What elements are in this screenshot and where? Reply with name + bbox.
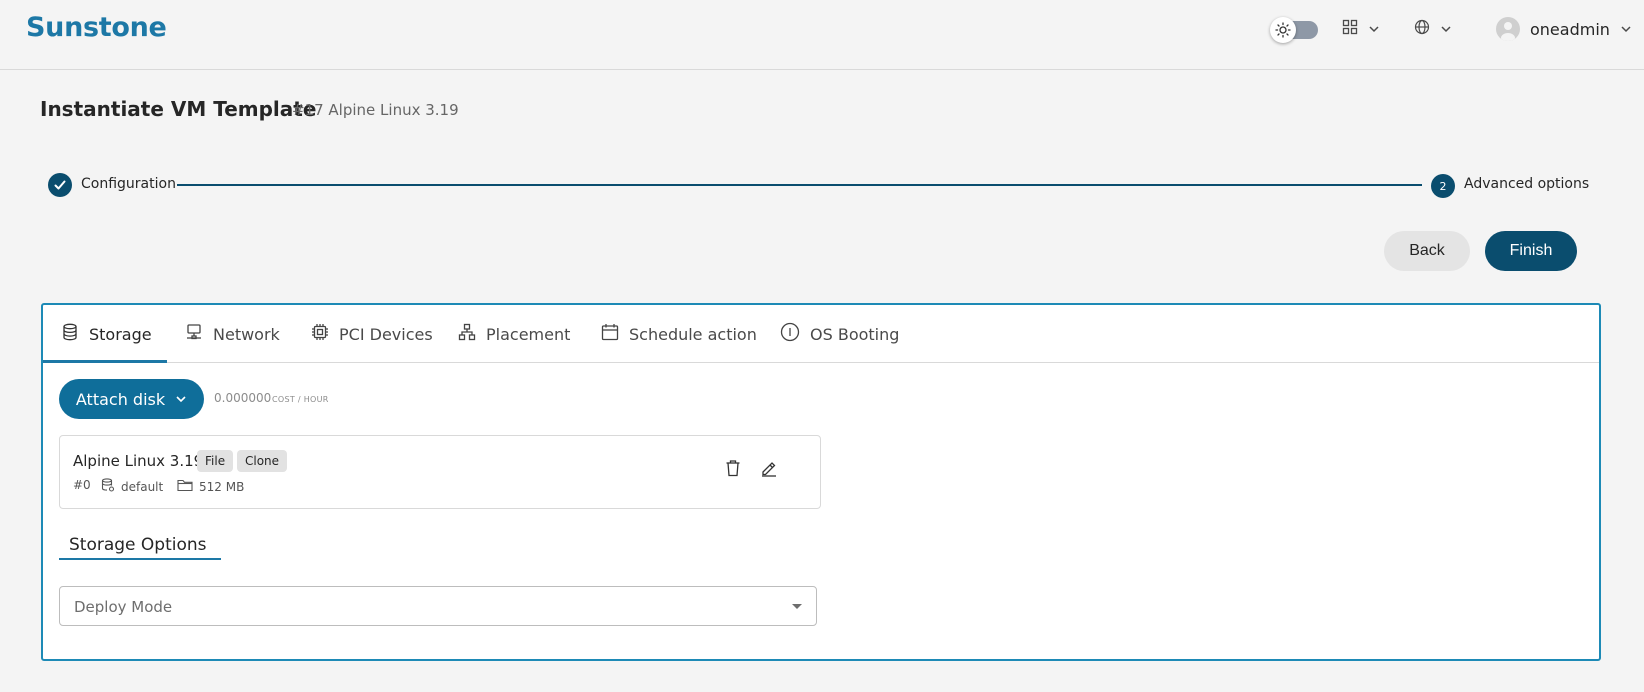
step-configuration-label[interactable]: Configuration: [81, 176, 176, 192]
tab-label: Schedule action: [629, 324, 757, 344]
disk-size: 512 MB: [177, 478, 244, 495]
sunstone-logo[interactable]: Sunstone: [26, 12, 167, 43]
globe-icon: [1414, 19, 1430, 39]
calendar-icon: [601, 323, 619, 345]
storage-options-heading: Storage Options: [69, 535, 207, 555]
sun-icon: [1270, 17, 1296, 43]
tab-label: Storage: [89, 324, 152, 344]
page-title: Instantiate VM Template: [40, 97, 317, 121]
stepper-connector: [177, 184, 1422, 186]
finish-button[interactable]: Finish: [1485, 231, 1577, 271]
page-subtitle: #17 Alpine Linux 3.19: [292, 101, 459, 119]
tab-schedule-action[interactable]: Schedule action: [601, 305, 757, 363]
cpu-chip-icon: [311, 323, 329, 345]
apps-grid-icon: [1342, 19, 1358, 39]
cost-value: 0.000000: [214, 391, 272, 405]
tab-label: PCI Devices: [339, 324, 433, 344]
caret-down-icon: [792, 604, 802, 609]
tab-label: OS Booting: [810, 324, 900, 344]
datastore-icon: [101, 478, 115, 495]
theme-toggle[interactable]: [1270, 17, 1320, 43]
step-advanced-options-label: Advanced options: [1464, 176, 1590, 192]
info-icon: [780, 322, 800, 346]
attach-disk-label: Attach disk: [75, 389, 166, 409]
disk-size-label: 512 MB: [199, 479, 245, 494]
disk-name: Alpine Linux 3.19: [73, 452, 204, 470]
folder-icon: [177, 478, 193, 495]
cost-unit: COST / HOUR: [272, 395, 329, 404]
top-bar: Sunstone oneadmin: [0, 0, 1644, 70]
disk-datastore-label: default: [121, 479, 164, 494]
step-number-badge: 2: [1431, 174, 1455, 198]
disk-id: #0: [73, 478, 91, 492]
user-menu-button[interactable]: oneadmin: [1496, 17, 1632, 41]
hierarchy-icon: [458, 323, 476, 345]
chevron-down-icon: [175, 390, 187, 409]
trash-icon[interactable]: [721, 456, 745, 480]
apps-menu-button[interactable]: [1342, 17, 1380, 41]
tab-network[interactable]: Network: [185, 305, 280, 363]
username: oneadmin: [1530, 19, 1610, 39]
database-icon: [61, 323, 79, 345]
tab-os-booting[interactable]: OS Booting: [780, 305, 899, 363]
disk-type-chip: File: [197, 450, 234, 472]
tab-bar: Storage Network PCI Devices Placement Sc…: [43, 305, 1599, 363]
tab-placement[interactable]: Placement: [458, 305, 570, 363]
tab-storage[interactable]: Storage: [61, 305, 152, 363]
disk-clone-chip: Clone: [237, 450, 288, 472]
tab-label: Placement: [486, 324, 571, 344]
disk-card: Alpine Linux 3.19 File Clone #0 default …: [59, 435, 821, 509]
tab-label: Network: [213, 324, 280, 344]
tab-pci-devices[interactable]: PCI Devices: [311, 305, 433, 363]
user-avatar-icon: [1496, 17, 1520, 41]
edit-pencil-icon[interactable]: [757, 456, 781, 480]
active-tab-indicator: [43, 360, 167, 363]
chevron-down-icon: [1440, 20, 1452, 39]
storage-options-underline: [59, 558, 221, 560]
back-button[interactable]: Back: [1384, 231, 1470, 271]
chevron-down-icon: [1620, 20, 1632, 39]
attach-disk-button[interactable]: Attach disk: [59, 379, 204, 419]
step-completed-check-icon[interactable]: [48, 173, 72, 197]
disk-datastore: default: [101, 478, 163, 495]
deploy-mode-select[interactable]: Deploy Mode: [59, 586, 817, 626]
language-menu-button[interactable]: [1414, 17, 1452, 41]
deploy-mode-placeholder: Deploy Mode: [74, 598, 173, 616]
network-icon: [185, 323, 203, 345]
chevron-down-icon: [1368, 20, 1380, 39]
advanced-options-panel: Storage Network PCI Devices Placement Sc…: [41, 303, 1601, 661]
